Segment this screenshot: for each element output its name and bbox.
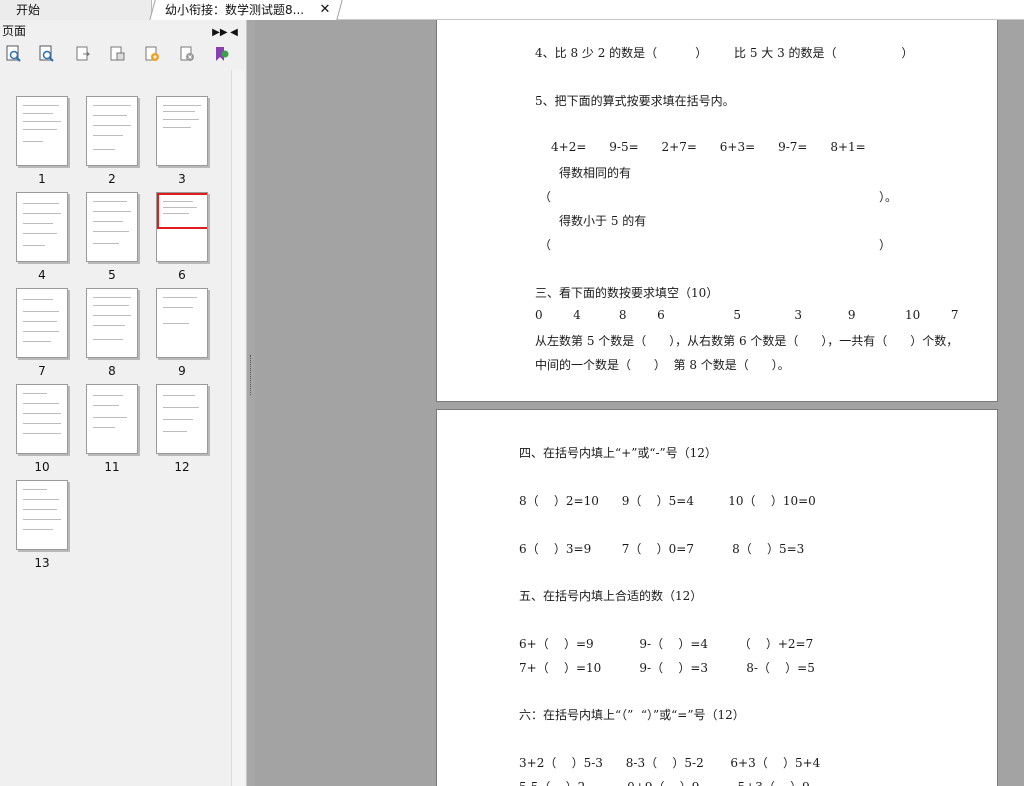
- insert-page-icon[interactable]: [74, 45, 92, 63]
- question-line: 6+（ ）=9 9-（ ）=4 （ ）+2=7: [519, 637, 814, 651]
- thumbnail-list: 1 2 3 4 5 6 7 8 9 10 11 12 13: [0, 70, 230, 786]
- section-heading: 四、在括号内填上“+”或“-”号（12）: [519, 446, 717, 460]
- page-number: 6: [178, 268, 186, 282]
- page-number: 8: [108, 364, 116, 378]
- question-line: 得数小于 5 的有: [559, 214, 647, 228]
- page-thumbnail[interactable]: 11: [86, 384, 138, 474]
- question-line: 7+（ ）=10 9-（ ）=3 8-（ ）=5: [519, 661, 815, 675]
- page-thumbnail[interactable]: 13: [16, 480, 68, 570]
- page-thumbnail[interactable]: 5: [86, 192, 138, 282]
- page-thumbnail[interactable]: 12: [156, 384, 208, 474]
- page-thumbnail[interactable]: 2: [86, 96, 138, 186]
- page-thumbnail[interactable]: 10: [16, 384, 68, 474]
- zoom-out-page-icon[interactable]: [38, 45, 56, 63]
- extract-page-icon[interactable]: [108, 45, 126, 63]
- panel-header: 页面 ▶▶ ◀: [0, 20, 246, 42]
- tab-document-label: 幼小衔接：数学测试题8...: [165, 3, 305, 17]
- tab-bar: 开始 幼小衔接：数学测试题8... ✕: [0, 0, 1024, 20]
- document-page: 4、比 8 少 2 的数是（ ） 比 5 大 3 的数是（ ） 5、把下面的算式…: [436, 20, 998, 402]
- tab-start-label: 开始: [16, 3, 41, 17]
- page-number: 13: [34, 556, 50, 570]
- tab-start[interactable]: 开始: [0, 0, 152, 20]
- bookmark-page-icon[interactable]: [212, 45, 230, 63]
- page-thumbnail[interactable]: 1: [16, 96, 68, 186]
- page-thumbnail[interactable]: 9: [156, 288, 208, 378]
- question-line: 3+2（ ）5-3 8-3（ ）5-2 6+3（ ）5+4: [519, 756, 821, 770]
- page-number: 12: [174, 460, 190, 474]
- page-thumbnail[interactable]: 4: [16, 192, 68, 282]
- page-number: 2: [108, 172, 116, 186]
- answer-bracket: （ ）。: [539, 190, 898, 204]
- page-number: 7: [38, 364, 46, 378]
- answer-bracket: （ ）: [539, 238, 892, 252]
- question-line: 从左数第 5 个数是（ ），从右数第 6 个数是（ ），一共有（ ）个数，: [535, 334, 959, 348]
- document-view[interactable]: 4、比 8 少 2 的数是（ ） 比 5 大 3 的数是（ ） 5、把下面的算式…: [255, 20, 1024, 786]
- page-number: 5: [108, 268, 116, 282]
- thumbnail-scrollbar[interactable]: [231, 70, 245, 786]
- page-number: 10: [34, 460, 50, 474]
- delete-page-icon[interactable]: [178, 45, 196, 63]
- add-page-icon[interactable]: [143, 45, 161, 63]
- page-number: 4: [38, 268, 46, 282]
- section-heading: 五、在括号内填上合适的数（12）: [519, 589, 703, 603]
- zoom-in-page-icon[interactable]: [5, 45, 23, 63]
- question-line: 4+2= 9-5= 2+7= 6+3= 9-7= 8+1=: [551, 140, 866, 154]
- panel-title: 页面: [2, 24, 27, 38]
- panel-toolbar: [0, 42, 246, 68]
- page-thumbnail[interactable]: 7: [16, 288, 68, 378]
- page-thumbnail[interactable]: 3: [156, 96, 208, 186]
- collapse-panel-icon[interactable]: ◀: [228, 22, 240, 44]
- question-line: 得数相同的有: [559, 166, 632, 180]
- close-tab-icon[interactable]: ✕: [318, 0, 332, 20]
- question-line: 6（ ）3=9 7（ ）0=7 8（ ）5=3: [519, 542, 805, 556]
- question-line: 8（ ）2=10 9（ ）5=4 10（ ）10=0: [519, 494, 816, 508]
- section-heading: 三、看下面的数按要求填空（10）: [535, 286, 719, 300]
- page-number: 1: [38, 172, 46, 186]
- page-number: 3: [178, 172, 186, 186]
- number-sequence: 0 4 8 6 5 3 9 10 7: [535, 308, 959, 322]
- question-line: 中间的一个数是（ ） 第 8 个数是（ ）。: [535, 358, 790, 372]
- document-page: 四、在括号内填上“+”或“-”号（12） 8（ ）2=10 9（ ）5=4 10…: [436, 409, 998, 786]
- page-number: 11: [104, 460, 120, 474]
- page-thumbnail[interactable]: 8: [86, 288, 138, 378]
- splitter-grip-icon[interactable]: [250, 355, 252, 395]
- pages-panel: 页面 ▶▶ ◀ 1 2 3 4 5 6 7 8 9 10 11 12 13: [0, 20, 247, 786]
- question-line: 5、把下面的算式按要求填在括号内。: [535, 94, 735, 108]
- question-line: 4、比 8 少 2 的数是（ ） 比 5 大 3 的数是（ ）: [535, 46, 914, 60]
- section-heading: 六：在括号内填上“（” “）”或“=”号（12）: [519, 708, 745, 722]
- page-thumbnail-selected[interactable]: 6: [156, 192, 208, 282]
- question-line: 5-5（ ）2 0+9（ ）9 5+3（ ）9: [519, 778, 810, 786]
- page-number: 9: [178, 364, 186, 378]
- panel-splitter[interactable]: [247, 20, 255, 786]
- expand-panel-icon[interactable]: ▶▶: [212, 22, 227, 44]
- tab-document[interactable]: 幼小衔接：数学测试题8...: [149, 0, 343, 20]
